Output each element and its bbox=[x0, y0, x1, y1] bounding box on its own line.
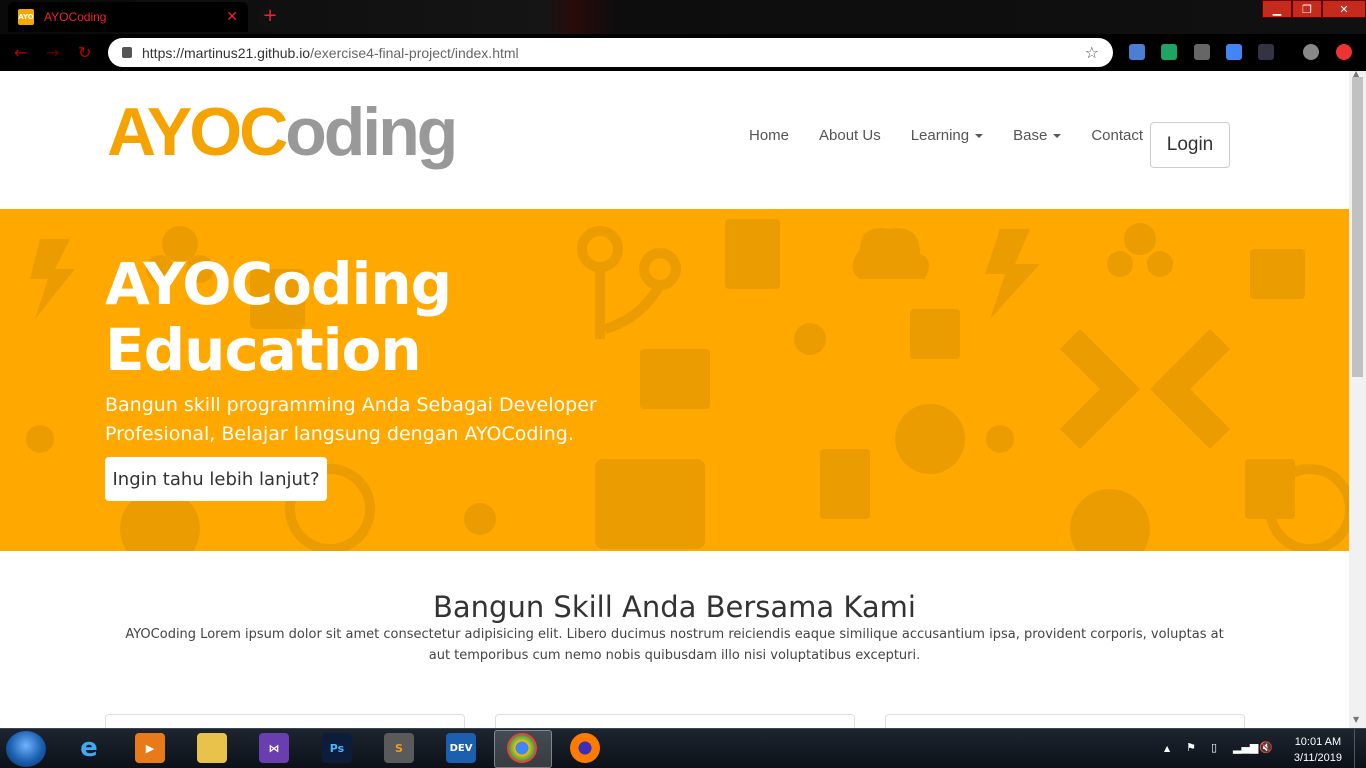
photoshop-icon[interactable]: Ps bbox=[322, 733, 352, 763]
camera-extension-icon[interactable] bbox=[1258, 44, 1274, 60]
file-explorer-icon[interactable] bbox=[197, 733, 227, 763]
bookmark-star-icon[interactable]: ☆ bbox=[1085, 43, 1099, 62]
sublime-text-icon[interactable]: S bbox=[384, 733, 414, 763]
translate-extension-icon[interactable] bbox=[1226, 44, 1242, 60]
hero-subtitle: Bangun skill programming Anda Sebagai De… bbox=[105, 394, 597, 445]
section-text: AYOCoding Lorem ipsum dolor sit amet con… bbox=[125, 627, 1224, 663]
feature-card bbox=[885, 714, 1245, 728]
hero-banner: AYOCoding Education Bangun skill program… bbox=[0, 209, 1349, 551]
network-signal-icon[interactable]: ▂▄▆ bbox=[1233, 741, 1258, 754]
new-tab-button[interactable]: + bbox=[258, 6, 282, 28]
feature-card bbox=[495, 714, 855, 728]
show-desktop-button[interactable] bbox=[1354, 729, 1366, 768]
nav-learning-dropdown[interactable]: Learning bbox=[911, 127, 984, 144]
page-viewport: AYOCoding Home About Us Learning Base Co… bbox=[0, 71, 1349, 728]
feature-card bbox=[105, 714, 465, 728]
media-player-icon[interactable]: ▶ bbox=[135, 733, 165, 763]
lock-icon bbox=[122, 47, 132, 58]
site-navbar: AYOCoding Home About Us Learning Base Co… bbox=[0, 71, 1349, 209]
update-icon[interactable] bbox=[1336, 44, 1352, 60]
internet-explorer-icon[interactable]: e bbox=[74, 733, 104, 763]
windows-taskbar: e ▶ ⋈ Ps S DEV ▲ ⚑ ▯ ▂▄▆ 🔇 10:01 AM 3/11… bbox=[0, 728, 1366, 768]
caret-down-icon bbox=[1053, 134, 1062, 139]
back-icon[interactable]: ← bbox=[14, 43, 27, 62]
chrome-icon[interactable] bbox=[507, 733, 537, 763]
favicon-icon: AYO bbox=[18, 9, 34, 25]
maximize-button[interactable]: ❐ bbox=[1292, 0, 1322, 18]
tab-title: AYOCoding bbox=[44, 10, 107, 24]
nav-about[interactable]: About Us bbox=[819, 127, 881, 144]
browser-tab-bar: AYO AYOCoding ✕ + ▁ ❐ ✕ bbox=[0, 0, 1366, 34]
system-clock[interactable]: 10:01 AM 3/11/2019 bbox=[1294, 734, 1342, 766]
learn-more-button[interactable]: Ingin tahu lebih lanjut? bbox=[105, 457, 327, 501]
visual-studio-icon[interactable]: ⋈ bbox=[259, 733, 289, 763]
close-window-button[interactable]: ✕ bbox=[1322, 0, 1366, 18]
action-center-flag-icon[interactable]: ⚑ bbox=[1186, 741, 1196, 754]
volume-muted-icon[interactable]: 🔇 bbox=[1259, 741, 1273, 754]
nav-contact[interactable]: Contact bbox=[1091, 127, 1143, 144]
browser-tab[interactable]: AYO AYOCoding ✕ bbox=[8, 2, 248, 32]
scroll-thumb[interactable] bbox=[1352, 77, 1363, 377]
pen-extension-icon[interactable] bbox=[1194, 44, 1210, 60]
vertical-scrollbar[interactable]: ▲ ▼ bbox=[1349, 69, 1366, 728]
login-button[interactable]: Login bbox=[1150, 122, 1230, 168]
battery-icon[interactable]: ▯ bbox=[1211, 741, 1217, 754]
scroll-down-icon[interactable]: ▼ bbox=[1353, 715, 1359, 724]
minimize-button[interactable]: ▁ bbox=[1262, 0, 1292, 18]
firefox-icon[interactable] bbox=[570, 733, 600, 763]
show-hidden-icons[interactable]: ▲ bbox=[1164, 744, 1170, 753]
reload-icon[interactable]: ↻ bbox=[78, 43, 91, 62]
nav-links: Home About Us Learning Base Contact bbox=[749, 127, 1143, 144]
start-button[interactable] bbox=[6, 731, 46, 767]
address-bar[interactable]: https://martinus21.github.io/exercise4-f… bbox=[108, 38, 1113, 67]
hero-title: AYOCoding Education bbox=[105, 250, 452, 384]
devexpress-icon[interactable]: DEV bbox=[446, 733, 476, 763]
browser-toolbar: ← → ↻ https://martinus21.github.io/exerc… bbox=[0, 34, 1366, 71]
extension-icon[interactable] bbox=[1129, 44, 1145, 60]
section-title: Bangun Skill Anda Bersama Kami bbox=[432, 590, 916, 624]
nav-home[interactable]: Home bbox=[749, 127, 789, 144]
caret-down-icon bbox=[975, 134, 984, 139]
url-text: https://martinus21.github.io/exercise4-f… bbox=[142, 44, 519, 61]
forward-icon[interactable]: → bbox=[46, 43, 59, 62]
window-controls: ▁ ❐ ✕ bbox=[1262, 0, 1366, 18]
nav-base-dropdown[interactable]: Base bbox=[1013, 127, 1062, 144]
site-logo[interactable]: AYOCoding bbox=[107, 93, 458, 171]
flag-extension-icon[interactable] bbox=[1161, 44, 1177, 60]
profile-avatar[interactable] bbox=[1303, 44, 1319, 60]
close-tab-icon[interactable]: ✕ bbox=[226, 9, 238, 25]
